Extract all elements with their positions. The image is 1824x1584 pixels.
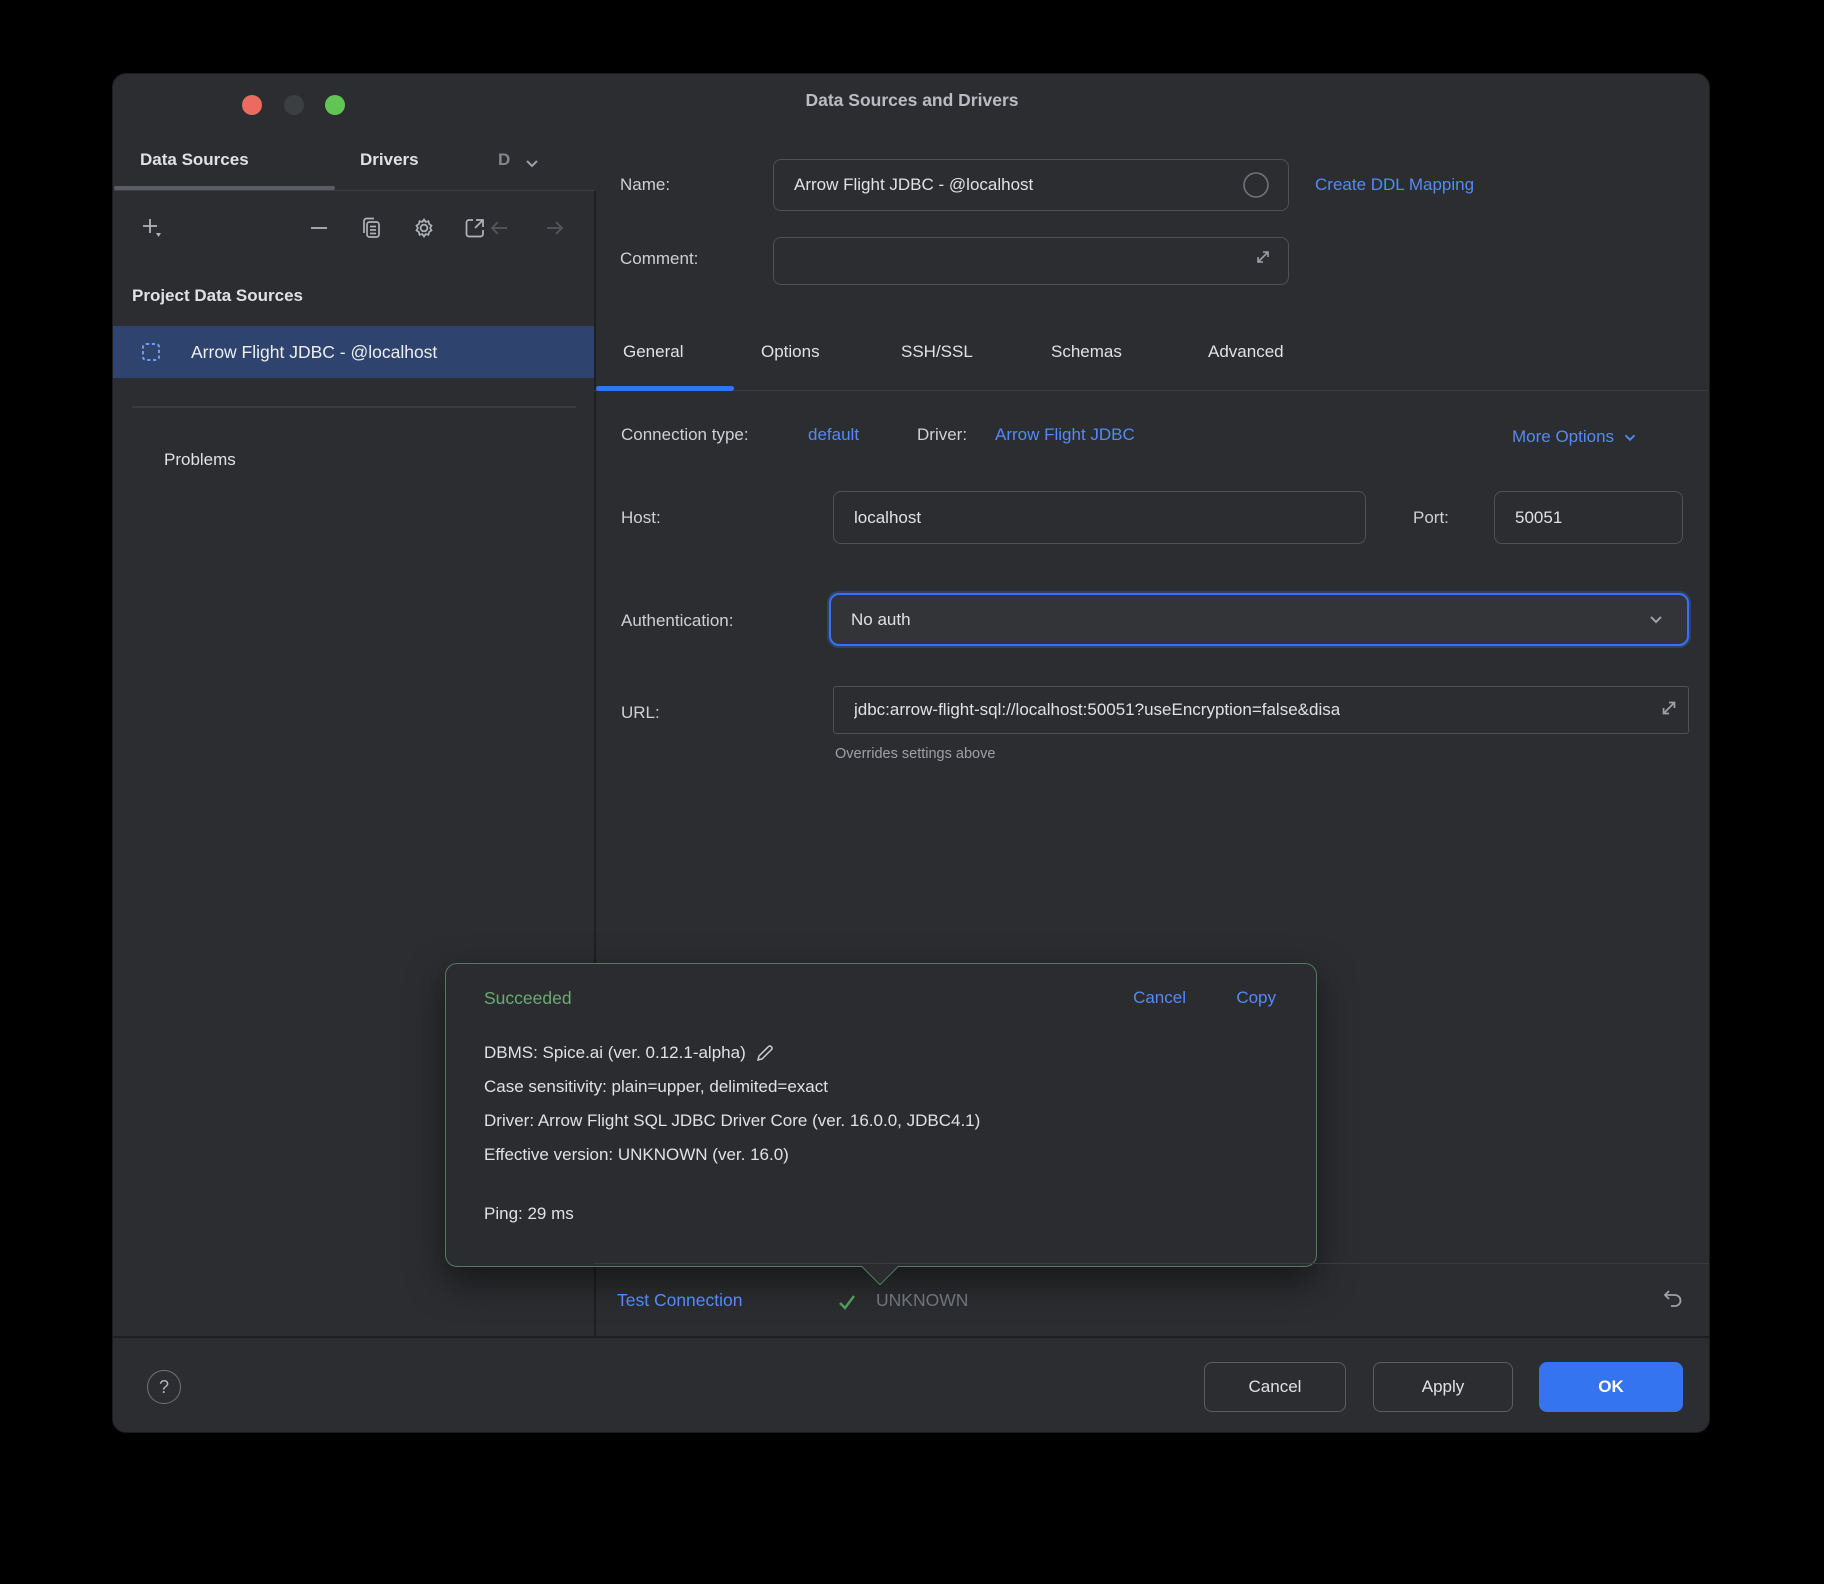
apply-button[interactable]: Apply (1373, 1362, 1513, 1412)
tab-general[interactable]: General (623, 342, 683, 362)
active-tab-underline (114, 186, 335, 190)
host-label: Host: (621, 508, 661, 528)
open-in-new-window-icon[interactable] (462, 215, 488, 241)
test-connection-link[interactable]: Test Connection (617, 1290, 743, 1311)
ok-button[interactable]: OK (1539, 1362, 1683, 1412)
authentication-select[interactable]: No auth (829, 593, 1689, 646)
data-source-list-item-selected[interactable]: Arrow Flight JDBC - @localhost (113, 326, 594, 378)
popup-notch (862, 1249, 899, 1286)
window-title: Data Sources and Drivers (113, 90, 1710, 111)
popup-ping: Ping: 29 ms (484, 1204, 574, 1224)
port-input[interactable]: 50051 (1494, 491, 1683, 544)
sidebar-divider (132, 406, 576, 408)
remove-data-source-button[interactable] (306, 215, 332, 241)
tabbar-divider (113, 190, 594, 191)
name-label: Name: (620, 175, 670, 195)
tab-ddl-truncated[interactable]: D (498, 150, 510, 170)
comment-input[interactable] (773, 237, 1289, 285)
form-tabs-divider (594, 390, 1710, 391)
name-input-value: Arrow Flight JDBC - @localhost (794, 175, 1033, 195)
port-label: Port: (1413, 508, 1449, 528)
gear-icon[interactable] (411, 215, 437, 241)
url-input-value: jdbc:arrow-flight-sql://localhost:50051?… (854, 700, 1340, 720)
tab-advanced[interactable]: Advanced (1208, 342, 1284, 362)
url-label: URL: (621, 703, 660, 723)
create-ddl-mapping-link[interactable]: Create DDL Mapping (1315, 175, 1474, 195)
test-result-badge: UNKNOWN (876, 1290, 968, 1311)
name-input[interactable]: Arrow Flight JDBC - @localhost (773, 159, 1289, 211)
popup-line-case-sensitivity: Case sensitivity: plain=upper, delimited… (484, 1070, 980, 1104)
duplicate-icon[interactable] (359, 215, 385, 241)
popup-status: Succeeded (484, 988, 572, 1009)
host-input-value: localhost (854, 508, 921, 528)
tab-data-sources[interactable]: Data Sources (140, 150, 249, 170)
data-source-item-label: Arrow Flight JDBC - @localhost (191, 342, 437, 363)
popup-cancel-link[interactable]: Cancel (1133, 988, 1186, 1008)
authentication-chevron-down-icon (1645, 609, 1667, 631)
cancel-button[interactable]: Cancel (1204, 1362, 1346, 1412)
undo-icon[interactable] (1657, 1286, 1685, 1314)
popup-line-effective-version: Effective version: UNKNOWN (ver. 16.0) (484, 1138, 980, 1172)
port-input-value: 50051 (1515, 508, 1562, 528)
data-source-icon (139, 340, 163, 364)
expand-url-icon[interactable] (1657, 696, 1681, 720)
popup-dbms-text: DBMS: Spice.ai (ver. 0.12.1-alpha) (484, 1036, 746, 1070)
back-arrow-icon[interactable] (486, 215, 512, 241)
active-form-tab-underline (596, 386, 734, 391)
forward-arrow-icon[interactable] (542, 215, 568, 241)
more-options-link[interactable]: More Options (1512, 425, 1640, 448)
driver-label: Driver: (917, 425, 967, 445)
test-connection-popup: Succeeded Cancel Copy DBMS: Spice.ai (ve… (445, 963, 1317, 1267)
popup-copy-link[interactable]: Copy (1236, 988, 1276, 1008)
success-check-icon (835, 1290, 859, 1314)
url-note: Overrides settings above (835, 746, 995, 762)
host-input[interactable]: localhost (833, 491, 1366, 544)
footer-divider (113, 1336, 1710, 1338)
more-options-chevron-down-icon (1620, 428, 1640, 448)
comment-label: Comment: (620, 249, 698, 269)
driver-value-link[interactable]: Arrow Flight JDBC (995, 425, 1135, 445)
more-options-label: More Options (1512, 427, 1614, 447)
test-bar-divider (594, 1263, 1710, 1264)
add-data-source-button[interactable] (139, 215, 165, 241)
project-data-sources-header: Project Data Sources (132, 286, 303, 306)
data-sources-dialog: Data Sources and Drivers Data Sources Dr… (112, 73, 1710, 1433)
progress-spinner-icon (1242, 171, 1270, 199)
edit-pencil-icon[interactable] (754, 1042, 776, 1064)
url-input[interactable]: jdbc:arrow-flight-sql://localhost:50051?… (833, 686, 1689, 734)
popup-line-dbms: DBMS: Spice.ai (ver. 0.12.1-alpha) (484, 1036, 980, 1070)
authentication-select-value: No auth (851, 610, 911, 630)
authentication-label: Authentication: (621, 611, 733, 631)
connection-type-label: Connection type: (621, 425, 749, 445)
sidebar-item-problems[interactable]: Problems (164, 450, 236, 470)
tab-overflow-chevron-down-icon[interactable] (521, 153, 543, 175)
popup-line-driver: Driver: Arrow Flight SQL JDBC Driver Cor… (484, 1104, 980, 1138)
expand-comment-icon[interactable] (1252, 246, 1274, 268)
tab-options[interactable]: Options (761, 342, 820, 362)
help-question-mark: ? (159, 1377, 169, 1398)
tab-drivers[interactable]: Drivers (360, 150, 419, 170)
connection-type-value-link[interactable]: default (808, 425, 859, 445)
tab-schemas[interactable]: Schemas (1051, 342, 1122, 362)
tab-ssh-ssl[interactable]: SSH/SSL (901, 342, 973, 362)
help-button[interactable]: ? (147, 1370, 181, 1404)
